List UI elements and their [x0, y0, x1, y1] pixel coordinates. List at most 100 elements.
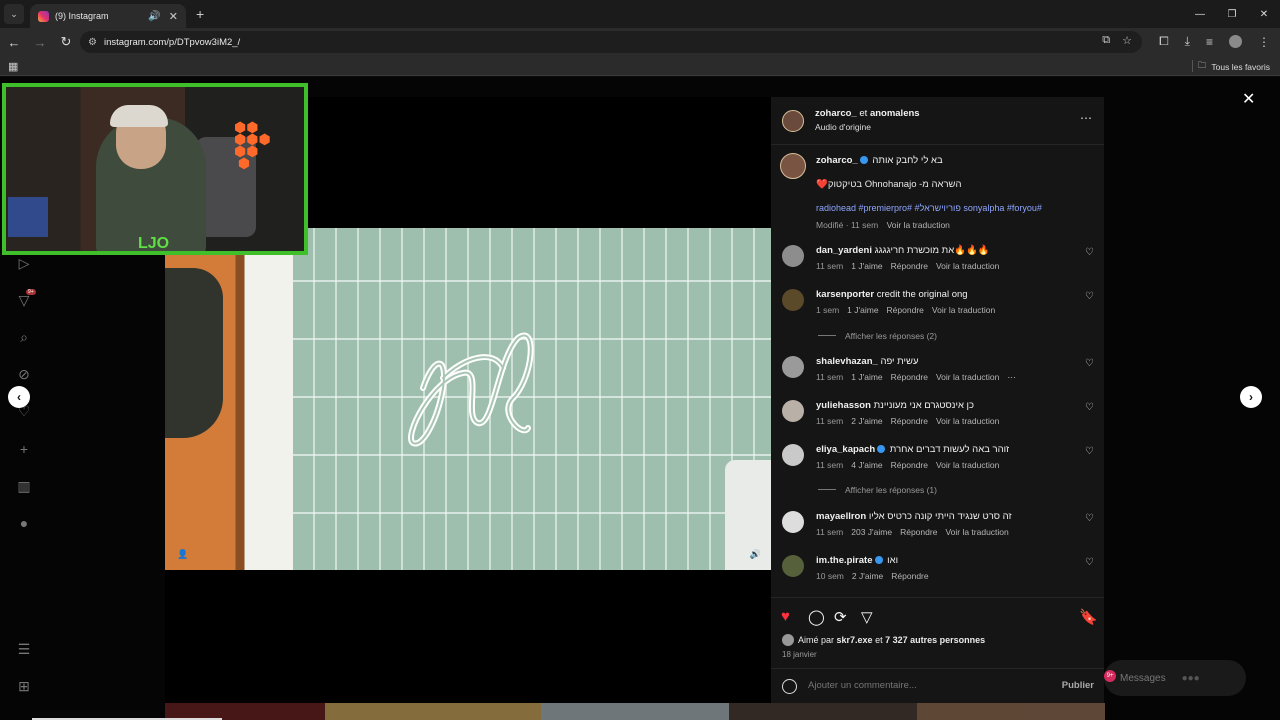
comment-avatar[interactable] [782, 444, 804, 466]
media-controls-icon[interactable]: ≡ [1206, 35, 1213, 49]
comment-likes[interactable]: 203 J'aime [851, 527, 892, 537]
browser-tab-instagram[interactable]: (9) Instagram 🔊 ✕ [30, 4, 186, 28]
like-heart-icon[interactable]: ♥ [781, 608, 790, 625]
view-replies-button[interactable]: Afficher les réponses (1) [818, 485, 937, 495]
caption-hashtags[interactable]: radiohead #premierpro# #פוריוישראל sonya… [816, 203, 1042, 213]
forward-icon[interactable]: → [28, 35, 52, 50]
comment-avatar[interactable] [782, 289, 804, 311]
like-comment-icon[interactable]: ♡ [1085, 291, 1094, 302]
reply-button[interactable]: Répondre [891, 261, 928, 271]
reply-button[interactable]: Répondre [887, 305, 924, 315]
tagged-users-icon[interactable]: 👤 [177, 549, 188, 560]
reply-button[interactable]: Répondre [891, 416, 928, 426]
all-bookmarks-button[interactable]: 🗀 Tous les favoris [1198, 60, 1270, 74]
like-comment-icon[interactable]: ♡ [1085, 446, 1094, 457]
liker-avatar[interactable] [782, 634, 794, 646]
caption-translate-link[interactable]: Voir la traduction [887, 220, 950, 230]
liked-by-count[interactable]: 7 327 autres personnes [885, 635, 985, 645]
reels-icon[interactable]: ▷ [16, 255, 32, 271]
next-post-button[interactable]: › [1240, 386, 1262, 408]
create-icon[interactable]: + [16, 441, 32, 457]
translate-link[interactable]: Voir la traduction [936, 261, 999, 271]
next-posts-strip[interactable] [165, 703, 1105, 720]
comment-username[interactable]: karsenporter [816, 289, 874, 300]
reload-icon[interactable]: ↻ [54, 34, 78, 50]
translate-link[interactable]: Voir la traduction [932, 305, 995, 315]
author-username[interactable]: zoharco_ [815, 108, 857, 119]
restore-icon[interactable]: ❐ [1216, 0, 1248, 28]
install-app-icon[interactable]: ⧉ [1102, 34, 1110, 47]
reply-button[interactable]: Répondre [900, 527, 937, 537]
comment-avatar[interactable] [782, 511, 804, 533]
comment-input[interactable] [808, 680, 1028, 691]
reply-button[interactable]: Répondre [891, 460, 928, 470]
tab-search-button[interactable]: ⌄ [4, 4, 24, 24]
profile-avatar-icon[interactable] [1229, 35, 1242, 48]
like-comment-icon[interactable]: ♡ [1085, 402, 1094, 413]
reply-button[interactable]: Répondre [891, 372, 928, 382]
comment-username[interactable]: yuliehasson [816, 400, 871, 411]
site-info-icon[interactable]: ⚙ [88, 37, 97, 48]
caption-username[interactable]: zoharco_ [816, 155, 858, 166]
comment-avatar[interactable] [782, 555, 804, 577]
comment-likes[interactable]: 2 J'aime [851, 416, 882, 426]
caption-avatar[interactable] [780, 153, 806, 179]
also-from-meta-icon[interactable]: ⊞ [16, 678, 32, 694]
like-comment-icon[interactable]: ♡ [1085, 247, 1094, 258]
close-post-icon[interactable]: ✕ [1242, 89, 1255, 109]
translate-link[interactable]: Voir la traduction [945, 527, 1008, 537]
messages-button[interactable]: 9+ Messages ●●● [1104, 660, 1246, 696]
apps-grid-icon[interactable]: ▦ [8, 60, 18, 73]
comment-avatar[interactable] [782, 245, 804, 267]
search-icon[interactable]: ⌕ [16, 329, 32, 345]
translate-link[interactable]: Voir la traduction [936, 460, 999, 470]
comment-avatar[interactable] [782, 400, 804, 422]
new-tab-button[interactable]: + [196, 6, 204, 22]
comment-username[interactable]: eliya_kapach [816, 444, 875, 455]
like-comment-icon[interactable]: ♡ [1085, 513, 1094, 524]
like-comment-icon[interactable]: ♡ [1085, 557, 1094, 568]
downloads-icon[interactable]: ⤓ [1185, 34, 1190, 49]
post-video[interactable]: 👤 🔊 [165, 228, 771, 570]
back-icon[interactable]: ← [2, 35, 26, 50]
comment-likes[interactable]: 2 J'aime [852, 571, 883, 581]
browser-menu-icon[interactable]: ⋮ [1258, 35, 1270, 49]
comment-username[interactable]: shalevhazan_ [816, 356, 878, 367]
author-avatar[interactable] [782, 110, 804, 132]
comment-username[interactable]: im.the.pirate [816, 555, 873, 566]
explore-icon[interactable]: ⊘ [16, 366, 32, 382]
more-options-icon[interactable]: ⋯ [1080, 111, 1092, 125]
comment-username[interactable]: dan_yardeni [816, 245, 872, 256]
view-replies-button[interactable]: Afficher les réponses (2) [818, 331, 937, 341]
comment-icon[interactable]: ◯ [808, 608, 825, 626]
emoji-icon[interactable] [782, 679, 797, 694]
speaker-icon[interactable]: 🔊 [148, 11, 160, 22]
address-bar[interactable]: ⚙ instagram.com/p/DTpvow3iM2_/ ⧉ ☆ [80, 31, 1142, 53]
comment-avatar[interactable] [782, 356, 804, 378]
comment-likes[interactable]: 4 J'aime [851, 460, 882, 470]
translate-link[interactable]: Voir la traduction [936, 416, 999, 426]
reply-button[interactable]: Répondre [891, 571, 928, 581]
extensions-icon[interactable]: ⧠ [1159, 34, 1169, 49]
comment-likes[interactable]: 1 J'aime [847, 305, 878, 315]
comment-options-icon[interactable]: ⋯ [1007, 372, 1016, 382]
previous-post-button[interactable]: ‹ [8, 386, 30, 408]
comment-username[interactable]: mayaellron [816, 511, 866, 522]
publish-button[interactable]: Publier [1062, 680, 1094, 691]
more-menu-icon[interactable]: ☰ [16, 641, 32, 657]
share-icon[interactable]: ▽ [861, 608, 873, 626]
dashboard-icon[interactable]: ▥ [16, 478, 32, 494]
bookmark-star-icon[interactable]: ☆ [1122, 34, 1132, 47]
audio-label[interactable]: Audio d'origine [815, 122, 871, 132]
post-authors[interactable]: zoharco_ et anomalens [815, 108, 920, 119]
comment-likes[interactable]: 1 J'aime [851, 372, 882, 382]
profile-nav-icon[interactable]: ● [16, 515, 32, 531]
like-comment-icon[interactable]: ♡ [1085, 358, 1094, 369]
minimize-icon[interactable]: — [1184, 0, 1216, 28]
repost-icon[interactable]: ⟳ [834, 608, 847, 626]
translate-link[interactable]: Voir la traduction [936, 372, 999, 382]
close-window-icon[interactable]: ✕ [1248, 0, 1280, 28]
collaborator-username[interactable]: anomalens [870, 108, 920, 119]
mute-toggle-icon[interactable]: 🔊 [750, 549, 761, 560]
close-tab-icon[interactable]: ✕ [169, 10, 178, 23]
